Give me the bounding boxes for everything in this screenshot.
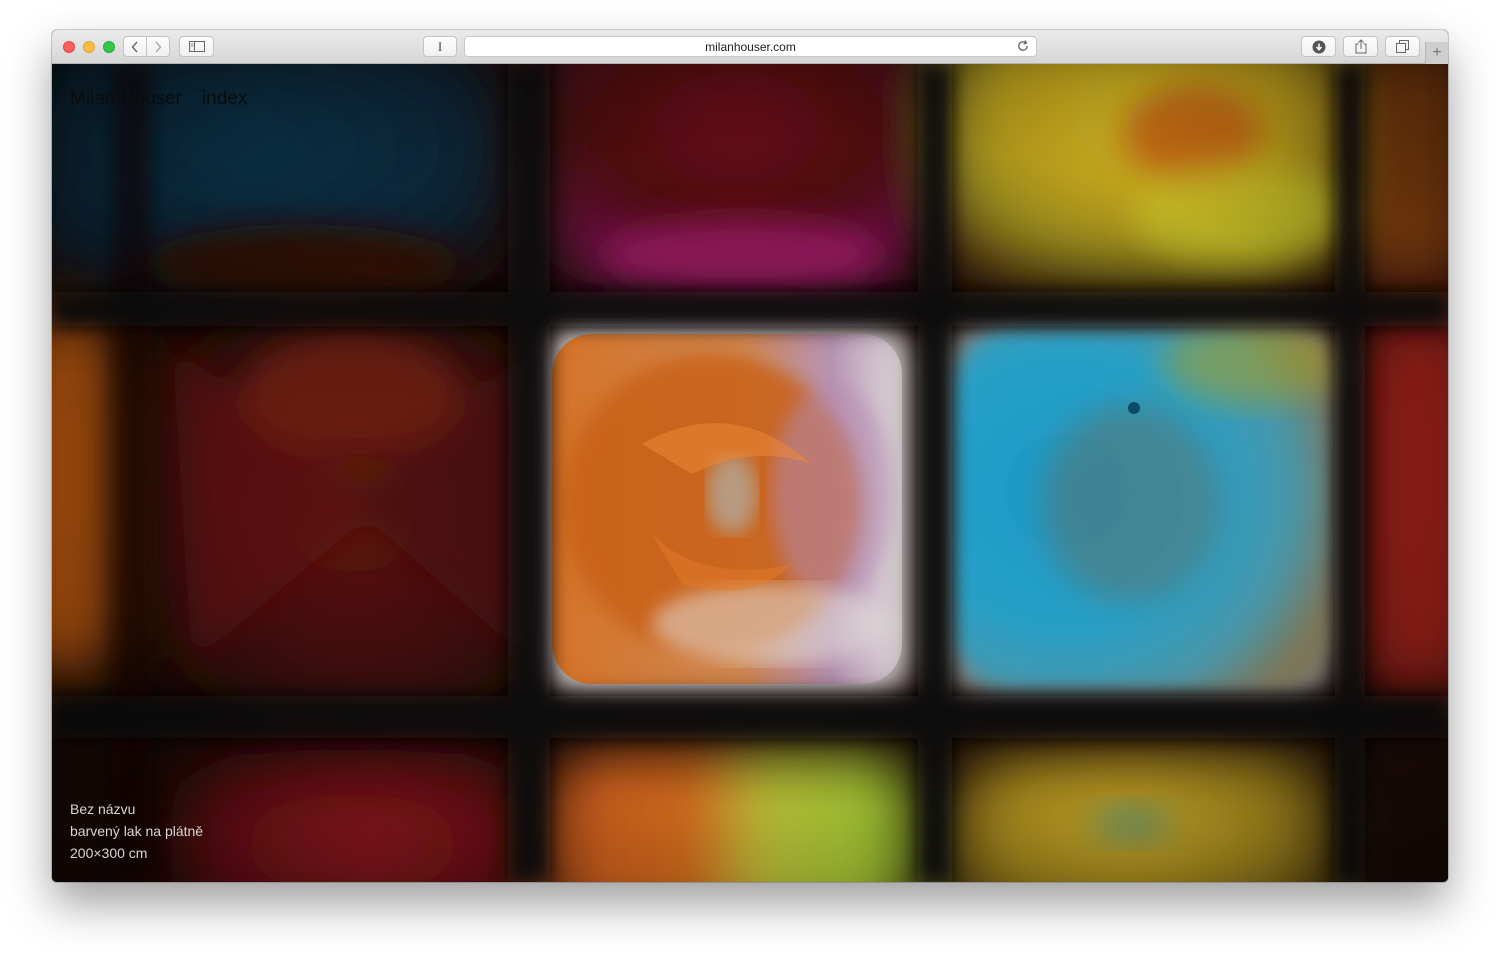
downloads-button[interactable]: [1301, 36, 1336, 57]
share-icon: [1355, 39, 1366, 54]
reload-icon[interactable]: [1016, 39, 1030, 53]
artwork-caption: Bez názvu barvený lak na plátně 200×300 …: [70, 798, 203, 864]
back-button[interactable]: [123, 36, 147, 57]
artwork-medium: barvený lak na plátně: [70, 823, 204, 839]
sidebar-icon: [188, 41, 205, 52]
reader-button[interactable]: I: [423, 36, 457, 57]
artwork-dimensions: 200×300 cm: [70, 845, 148, 861]
url-text: milanhouser.com: [705, 39, 796, 54]
plus-icon: +: [1432, 44, 1442, 61]
browser-window: I milanhouser.com + Milan Houser index B…: [52, 30, 1448, 882]
zoom-window-button[interactable]: [103, 41, 115, 53]
close-window-button[interactable]: [63, 41, 75, 53]
browser-toolbar: I milanhouser.com +: [52, 30, 1448, 64]
page-content: Milan Houser index Bez názvu barvený lak…: [52, 64, 1448, 882]
artwork-image: [52, 64, 1448, 882]
index-link[interactable]: index: [202, 88, 247, 110]
forward-button[interactable]: [146, 36, 170, 57]
tabs-icon: [1396, 40, 1409, 53]
minimize-window-button[interactable]: [83, 41, 95, 53]
address-bar[interactable]: milanhouser.com: [464, 36, 1037, 57]
artwork-title: Bez názvu: [70, 801, 136, 817]
site-navigation: Milan Houser index: [70, 88, 247, 110]
new-tab-button[interactable]: +: [1425, 42, 1448, 64]
download-icon: [1312, 40, 1325, 53]
site-name-link[interactable]: Milan Houser: [70, 88, 182, 110]
sidebar-button[interactable]: [179, 36, 214, 57]
reader-icon: I: [437, 38, 443, 54]
history-navigation: [123, 36, 170, 57]
chevron-left-icon: [131, 41, 138, 52]
share-button[interactable]: [1343, 36, 1378, 57]
tabs-overview-button[interactable]: [1385, 36, 1420, 57]
chevron-right-icon: [155, 41, 162, 52]
